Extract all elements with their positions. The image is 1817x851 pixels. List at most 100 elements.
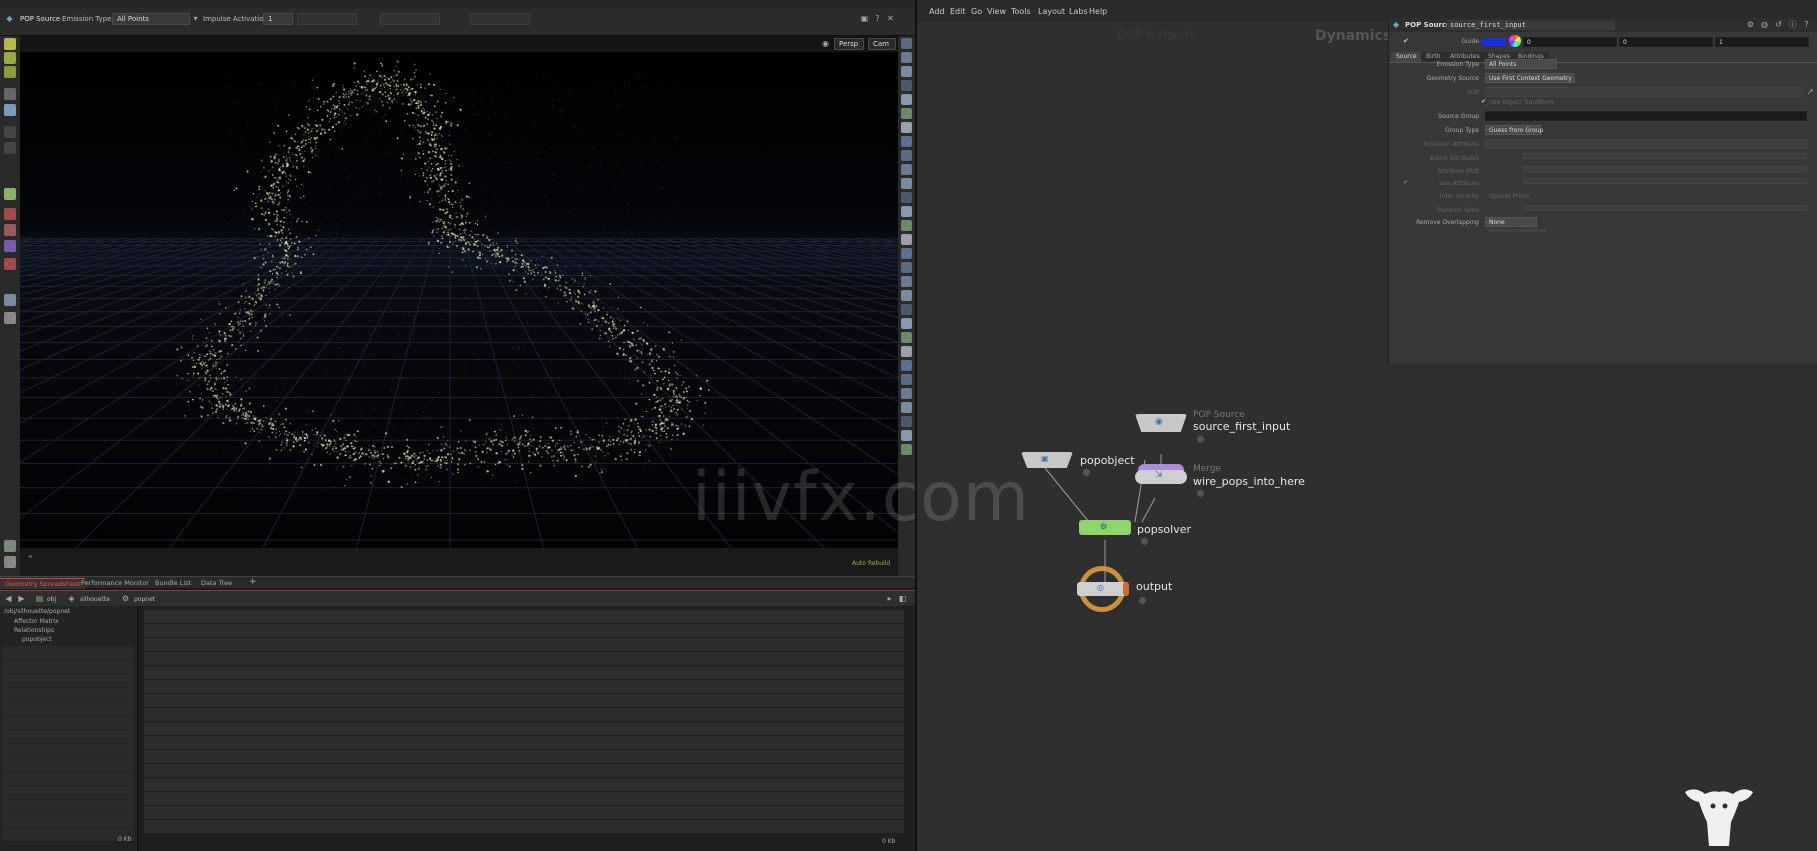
- node-merge-name[interactable]: wire_pops_into_here: [1193, 475, 1305, 488]
- table-row[interactable]: [144, 610, 904, 623]
- view-tool-icon[interactable]: [4, 294, 16, 306]
- checkbox-checkmark-icon[interactable]: ✔: [1481, 98, 1486, 105]
- table-row[interactable]: [144, 778, 904, 791]
- node-popsolver[interactable]: ⚙: [1079, 520, 1135, 540]
- menu-layout[interactable]: Layout: [1038, 7, 1065, 16]
- lock-icon[interactable]: ▣: [859, 13, 870, 24]
- table-row[interactable]: [144, 680, 904, 693]
- path-silhouette[interactable]: silhouette: [80, 596, 110, 603]
- display-option-icon[interactable]: [901, 402, 912, 413]
- display-option-icon[interactable]: [901, 388, 912, 399]
- persp-menu[interactable]: Persp: [834, 38, 864, 50]
- pin-icon[interactable]: ▸: [884, 593, 895, 604]
- table-row[interactable]: [144, 694, 904, 707]
- table-row[interactable]: [144, 652, 904, 665]
- magnet-icon[interactable]: [4, 258, 16, 270]
- visualizer-icon[interactable]: [4, 556, 16, 568]
- menu-view[interactable]: View: [987, 7, 1006, 16]
- display-option-icon[interactable]: [901, 234, 912, 245]
- settings-icon[interactable]: ◧: [897, 593, 908, 604]
- display-option-icon[interactable]: [901, 248, 912, 259]
- forward-arrow-icon[interactable]: ▶: [16, 593, 27, 604]
- attribute-mult-slider[interactable]: [1523, 166, 1807, 172]
- menu-tools[interactable]: Tools: [1011, 7, 1031, 16]
- node-popobject-name[interactable]: popobject: [1080, 454, 1135, 467]
- use-attribute-slider[interactable]: [1523, 178, 1807, 184]
- path-obj[interactable]: obj: [47, 596, 56, 603]
- add-tab-icon[interactable]: +: [244, 576, 262, 587]
- emission-type-select[interactable]: All Points: [1485, 59, 1557, 69]
- tab-data-tree[interactable]: Data Tree: [196, 578, 237, 589]
- gear-icon[interactable]: ⚙: [1745, 19, 1756, 30]
- display-option-icon[interactable]: [901, 66, 912, 77]
- menu-labs[interactable]: Labs: [1069, 7, 1088, 16]
- emission-type-select[interactable]: All Points: [112, 13, 190, 25]
- shading-icon[interactable]: [4, 540, 16, 552]
- table-row[interactable]: [144, 764, 904, 777]
- display-option-icon[interactable]: [901, 164, 912, 175]
- close-icon[interactable]: ✕: [885, 13, 896, 24]
- guide-g-field[interactable]: 0: [1619, 37, 1713, 47]
- snap-curve-icon[interactable]: [4, 224, 16, 236]
- display-option-icon[interactable]: [901, 290, 912, 301]
- spreadsheet-table[interactable]: 0 Kb: [140, 606, 915, 851]
- table-row[interactable]: [144, 806, 904, 819]
- display-flag-icon[interactable]: [1197, 490, 1204, 497]
- info-icon[interactable]: ⓘ: [1787, 19, 1798, 30]
- color-wheel-icon[interactable]: [1509, 35, 1521, 47]
- geometry-source-select[interactable]: Use First Context Geometry: [1485, 73, 1575, 83]
- display-flag-icon[interactable]: [1083, 469, 1090, 476]
- menu-go[interactable]: Go: [971, 7, 982, 16]
- display-option-icon[interactable]: [901, 262, 912, 273]
- display-flag-icon[interactable]: [1141, 538, 1148, 545]
- table-row[interactable]: [144, 750, 904, 763]
- table-row[interactable]: [144, 722, 904, 735]
- cook-icon[interactable]: ◍: [1759, 19, 1770, 30]
- node-popsolver-name[interactable]: popsolver: [1137, 523, 1191, 536]
- table-row[interactable]: [144, 736, 904, 749]
- back-arrow-icon[interactable]: ◀: [3, 593, 14, 604]
- display-option-icon[interactable]: [901, 444, 912, 455]
- tree-affector-matrix[interactable]: Affector Matrix: [14, 618, 59, 625]
- chevron-down-icon[interactable]: ▾: [190, 13, 201, 24]
- help-icon[interactable]: ?: [1801, 19, 1812, 30]
- brush-tool-icon[interactable]: [4, 142, 16, 154]
- blend-attributes-slider[interactable]: [1523, 153, 1807, 159]
- const-birth-rate-field[interactable]: [470, 13, 530, 25]
- table-row[interactable]: [144, 666, 904, 679]
- emission-attribute-field[interactable]: [1485, 139, 1807, 149]
- pose-tool-icon[interactable]: [4, 126, 16, 138]
- display-option-icon[interactable]: [901, 346, 912, 357]
- reset-icon[interactable]: ↺: [1773, 19, 1784, 30]
- snap-point-icon[interactable]: [4, 208, 16, 220]
- move-tool-icon[interactable]: [4, 52, 16, 64]
- display-option-icon[interactable]: [901, 416, 912, 427]
- display-option-icon[interactable]: [901, 52, 912, 63]
- table-row[interactable]: [144, 638, 904, 651]
- sop-path-field[interactable]: [1485, 87, 1803, 97]
- node-source-name[interactable]: source_first_input: [1193, 420, 1290, 433]
- path-popnet[interactable]: popnet: [134, 596, 155, 603]
- node-chooser-icon[interactable]: ➚: [1805, 86, 1816, 97]
- guide-color-swatch[interactable]: [1481, 37, 1507, 47]
- display-option-icon[interactable]: [901, 332, 912, 343]
- group-type-select[interactable]: Guess from Group: [1485, 125, 1543, 135]
- tree-root[interactable]: /obj/silhouette/popnet: [4, 608, 70, 615]
- display-option-icon[interactable]: [901, 220, 912, 231]
- cam-menu[interactable]: Cam: [868, 38, 896, 50]
- impulse-activation-field[interactable]: 1: [263, 13, 293, 25]
- node-wire-pops-into-here[interactable]: ⇲: [1135, 464, 1191, 492]
- handle-tool-icon[interactable]: [4, 104, 16, 116]
- display-options-icon[interactable]: [4, 312, 16, 324]
- display-option-icon[interactable]: [901, 136, 912, 147]
- node-source-first-input[interactable]: ◉: [1135, 414, 1191, 436]
- select-tool-icon[interactable]: [4, 38, 16, 50]
- tree-popobject[interactable]: popobject: [22, 636, 52, 643]
- impulse-count-field[interactable]: [297, 13, 357, 25]
- display-option-icon[interactable]: [901, 318, 912, 329]
- menu-edit[interactable]: Edit: [950, 7, 966, 16]
- menu-add[interactable]: Add: [929, 7, 945, 16]
- param-node-name-field[interactable]: source_first_input: [1447, 20, 1615, 30]
- camera-icon[interactable]: ◉: [820, 38, 831, 49]
- display-option-icon[interactable]: [901, 276, 912, 287]
